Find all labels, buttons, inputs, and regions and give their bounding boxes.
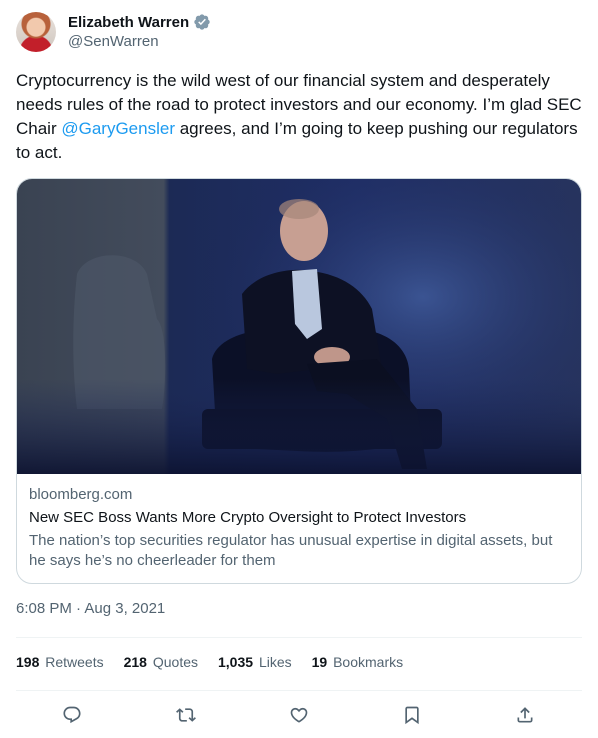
card-image[interactable] <box>17 179 581 474</box>
stat-bookmarks[interactable]: 19 Bookmarks <box>312 654 404 674</box>
tweet-text: Cryptocurrency is the wild west of our f… <box>16 69 582 165</box>
stat-label: Likes <box>258 654 292 670</box>
timestamp[interactable]: 6:08 PM · Aug 3, 2021 <box>16 600 165 617</box>
divider <box>16 690 582 691</box>
stat-label: Quotes <box>152 654 198 670</box>
link-card[interactable]: bloomberg.com New SEC Boss Wants More Cr… <box>16 178 582 584</box>
reply-icon <box>63 706 81 724</box>
share-button[interactable] <box>510 700 540 730</box>
like-button[interactable] <box>284 700 314 730</box>
card-domain: bloomberg.com <box>29 486 133 503</box>
stat-count: 198 <box>16 654 40 670</box>
tweet-header: Elizabeth Warren @SenWarren <box>16 12 582 56</box>
divider <box>16 637 582 638</box>
reply-button[interactable] <box>57 700 87 730</box>
card-photo <box>17 179 581 474</box>
like-icon <box>290 707 308 723</box>
card-title[interactable]: New SEC Boss Wants More Crypto Oversight… <box>29 508 569 528</box>
card-description: The nation’s top securities regulator ha… <box>29 532 553 569</box>
stat-retweets[interactable]: 198 Retweets <box>16 654 104 674</box>
action-bar <box>16 700 582 730</box>
retweet-icon <box>176 708 196 722</box>
display-name[interactable]: Elizabeth Warren <box>68 14 189 31</box>
stat-label: Bookmarks <box>333 654 404 670</box>
bookmark-icon <box>405 706 419 725</box>
mention-link[interactable]: @GaryGensler <box>61 119 175 138</box>
bookmark-button[interactable] <box>397 700 427 730</box>
verified-badge-icon <box>194 14 210 30</box>
handle[interactable]: @SenWarren <box>68 33 159 50</box>
avatar[interactable] <box>16 12 56 52</box>
card-meta: bloomberg.com New SEC Boss Wants More Cr… <box>29 485 569 571</box>
stat-likes[interactable]: 1,035 Likes <box>218 654 292 674</box>
stats-row: 198 Retweets 218 Quotes 1,035 Likes 19 B… <box>16 654 403 674</box>
name-row: Elizabeth Warren <box>68 12 211 32</box>
stat-count: 1,035 <box>218 654 254 670</box>
share-icon <box>517 707 533 723</box>
stat-label: Retweets <box>45 654 104 670</box>
stat-count: 218 <box>123 654 147 670</box>
stat-quotes[interactable]: 218 Quotes <box>124 654 198 674</box>
retweet-button[interactable] <box>171 700 201 730</box>
stat-count: 19 <box>311 654 328 670</box>
